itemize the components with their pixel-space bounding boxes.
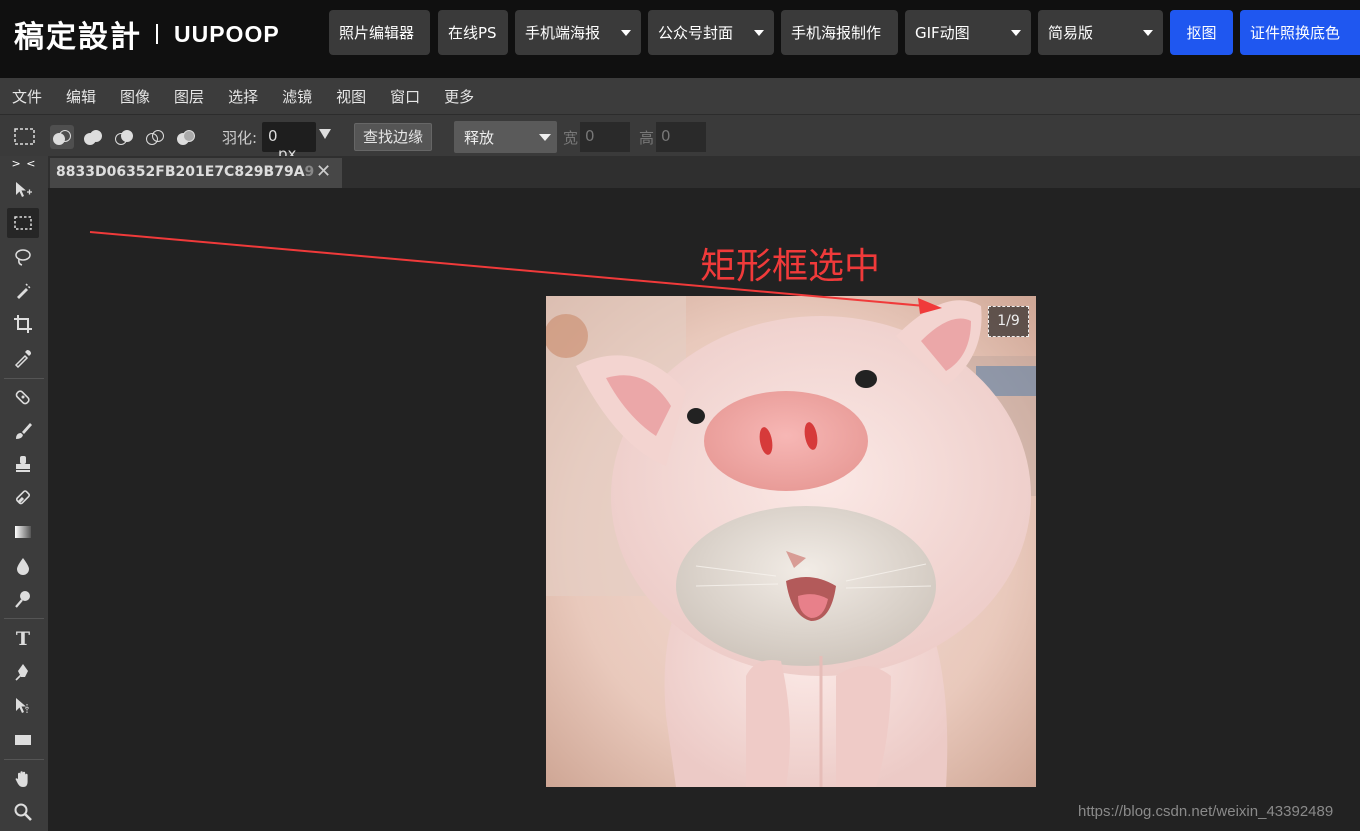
menu-view[interactable]: 视图 xyxy=(336,86,366,107)
chevron-down-icon xyxy=(621,30,631,36)
document-tab-strip: 8833D06352FB201E7C829B79A9 xyxy=(48,156,1360,188)
selection-exclude-button[interactable] xyxy=(174,125,198,149)
tool-divider xyxy=(4,618,44,619)
zoom-tool-icon[interactable] xyxy=(7,797,39,827)
feather-dropdown-icon[interactable] xyxy=(319,129,331,139)
cat-in-pig-costume-image xyxy=(546,296,1036,787)
shape-tool-icon[interactable] xyxy=(7,725,39,755)
feather-input[interactable]: 0 px xyxy=(262,122,316,163)
style-select[interactable]: 释放 xyxy=(454,121,557,153)
svg-text:T: T xyxy=(16,628,30,648)
tool-panel: > < T xyxy=(0,156,48,831)
nav-photo-editor-button[interactable]: 照片编辑器 xyxy=(329,10,430,55)
eraser-tool-icon[interactable] xyxy=(7,483,39,513)
menu-filter[interactable]: 滤镜 xyxy=(282,86,312,107)
find-edge-button[interactable]: 查找边缘 xyxy=(354,123,432,151)
brand-divider xyxy=(156,24,158,44)
brand-name-cn: 稿定設計 xyxy=(14,20,142,55)
dodge-tool-icon[interactable] xyxy=(7,584,39,614)
nav-simple-version-dropdown[interactable]: 简易版 xyxy=(1038,10,1163,55)
top-header: 稿定設計 UUPOOP 照片编辑器 在线PS 手机端海报 公众号封面 手机海报制… xyxy=(0,0,1360,78)
close-tab-icon[interactable]: ✕ xyxy=(316,161,331,182)
brand-logo[interactable]: 稿定設計 UUPOOP xyxy=(14,14,280,55)
chevron-down-icon xyxy=(1011,30,1021,36)
text-tool-icon[interactable]: T xyxy=(7,623,39,653)
healing-tool-icon[interactable] xyxy=(7,382,39,412)
nav-online-ps-button[interactable]: 在线PS xyxy=(438,10,508,55)
menu-bar: 文件 编辑 图像 图层 选择 滤镜 视图 窗口 更多 xyxy=(0,78,1360,114)
nav-gif-dropdown[interactable]: GIF动图 xyxy=(905,10,1031,55)
hand-tool-icon[interactable] xyxy=(7,764,39,794)
selection-add-button[interactable] xyxy=(81,125,105,149)
chevron-down-icon xyxy=(754,30,764,36)
height-label: 高 xyxy=(639,129,655,147)
brush-tool-icon[interactable] xyxy=(7,416,39,446)
width-label: 宽 xyxy=(563,129,579,147)
selection-new-button[interactable] xyxy=(50,125,74,149)
crop-tool-icon[interactable] xyxy=(7,309,39,339)
path-select-tool-icon[interactable] xyxy=(7,691,39,721)
page-indicator-badge: 1/9 xyxy=(988,306,1029,337)
pen-tool-icon[interactable] xyxy=(7,657,39,687)
nav-cutout-button[interactable]: 抠图 xyxy=(1170,10,1233,55)
chevron-down-icon xyxy=(1143,30,1153,36)
nav-mobile-poster-dropdown[interactable]: 手机端海报 xyxy=(515,10,641,55)
width-input[interactable]: 0 xyxy=(580,122,630,152)
brand-name-en: UUPOOP xyxy=(174,20,280,47)
quick-select-tool-icon[interactable] xyxy=(7,276,39,306)
selection-intersect-button[interactable] xyxy=(143,125,167,149)
nav-wechat-cover-dropdown[interactable]: 公众号封面 xyxy=(648,10,774,55)
menu-more[interactable]: 更多 xyxy=(444,86,474,107)
blur-tool-icon[interactable] xyxy=(7,551,39,581)
menu-edit[interactable]: 编辑 xyxy=(66,86,96,107)
gradient-tool-icon[interactable] xyxy=(7,517,39,547)
nav-id-photo-button[interactable]: 证件照换底色 xyxy=(1240,10,1360,55)
rect-marquee-icon xyxy=(14,128,35,145)
feather-label: 羽化: xyxy=(222,129,258,147)
tool-divider xyxy=(4,759,44,760)
move-tool-icon[interactable] xyxy=(7,175,39,205)
rect-select-tool-icon[interactable] xyxy=(7,208,39,238)
canvas-image[interactable] xyxy=(546,296,1036,787)
eyedropper-tool-icon[interactable] xyxy=(7,343,39,373)
stamp-tool-icon[interactable] xyxy=(7,449,39,479)
tool-divider xyxy=(4,378,44,379)
height-input[interactable]: 0 xyxy=(656,122,706,152)
chevron-down-icon xyxy=(539,134,551,141)
menu-window[interactable]: 窗口 xyxy=(390,86,420,107)
menu-file[interactable]: 文件 xyxy=(12,86,42,107)
watermark-url: https://blog.csdn.net/weixin_43392489 xyxy=(1078,803,1334,820)
menu-layer[interactable]: 图层 xyxy=(174,86,204,107)
lasso-tool-icon[interactable] xyxy=(7,242,39,272)
options-bar: 羽化: 0 px 查找边缘 释放 宽 0 高 0 xyxy=(0,114,1360,163)
annotation-label: 矩形框选中 xyxy=(700,246,881,287)
menu-select[interactable]: 选择 xyxy=(228,86,258,107)
nav-mobile-poster-make-button[interactable]: 手机海报制作 xyxy=(781,10,898,55)
selection-subtract-button[interactable] xyxy=(112,125,136,149)
panel-collapse-toggle[interactable]: > < xyxy=(0,156,48,172)
document-tab[interactable]: 8833D06352FB201E7C829B79A9 xyxy=(50,158,342,188)
menu-image[interactable]: 图像 xyxy=(120,86,150,107)
